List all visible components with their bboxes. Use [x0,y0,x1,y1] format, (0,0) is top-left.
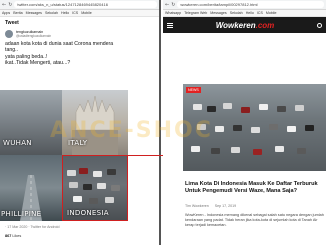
car-shape [305,125,314,131]
retweet-count[interactable]: 867 [5,234,11,238]
car-shape [93,171,102,177]
car-shape [259,104,268,110]
bookmark-item[interactable]: Berita [13,11,22,15]
car-shape [251,127,260,133]
article-author[interactable]: Tim Wowkeren [185,204,209,208]
tweet-header: Tweet [0,17,159,29]
bookmark-item[interactable]: Messages [26,11,42,15]
bookmark-item[interactable]: Messages [210,11,226,15]
category-tag[interactable]: NEWS [186,87,201,93]
photo-phillipine[interactable]: PHILLIPINE [0,155,62,221]
back-icon[interactable]: ← [2,2,6,8]
car-shape [97,183,106,189]
tweet-stats: 867 Likes [5,234,21,238]
car-shape [253,149,262,155]
photo-caption: INDONESIA [67,209,109,217]
car-shape [275,146,284,152]
car-shape [67,170,76,176]
bookmark-item[interactable]: Hello [246,11,254,15]
bookmark-item[interactable]: Whatsapp [165,11,181,15]
car-shape [223,103,232,109]
tweet-header-title: Tweet [5,20,19,26]
car-shape [215,126,224,132]
tweet-author[interactable]: tengkuzulkarnain @ustadtengkuzulkarnain [0,29,159,39]
article-meta: Tim Wowkeren Sep 17, 2019 [185,204,236,208]
car-shape [83,184,92,190]
car-shape [269,124,278,130]
address-bar: ← ↻ twitter.com/aks_n_u/status/124712846… [0,0,159,10]
tweet-line: ikat..Tidak Mengerti, atau...? [5,60,71,67]
bookmarks-bar: Whatsapp Telegram Web Messages Sekolah H… [163,10,326,17]
photo-indonesia[interactable]: INDONESIA [62,155,128,221]
car-shape [241,107,250,113]
tweet-photo-grid[interactable]: WUHAN ITALY PHILLIPINE INDONESIA [0,90,128,221]
site-header: Wowkeren.com [163,17,326,33]
photo-caption: PHILLIPINE [1,210,42,218]
tweet-timestamp: · 17 Mar 2020 · Twitter for Android [5,225,60,229]
bookmark-item[interactable]: ICS [72,11,78,15]
address-bar: ← ↻ wowkeren.com/berita/tampil/00297812.… [163,0,326,10]
bookmark-item[interactable]: Sekolah [230,11,243,15]
stats-label: Likes [12,234,22,238]
article-body: WowKeren - Indonesia memang dikenal seba… [185,213,324,228]
car-shape [233,125,242,131]
reload-icon[interactable]: ↻ [171,2,175,8]
bookmarks-bar: Apps Berita Messages Sekolah Hello ICS M… [0,10,159,17]
bookmark-item[interactable]: Apps [2,11,10,15]
bookmark-item[interactable]: Telegram Web [184,11,207,15]
bookmark-item[interactable]: Mobile [81,11,92,15]
car-shape [191,146,200,152]
bookmark-item[interactable]: Hello [61,11,69,15]
car-shape [89,198,98,204]
car-shape [69,182,78,188]
screen: ← ↻ twitter.com/aks_n_u/status/124712846… [0,0,326,245]
url-field[interactable]: wowkeren.com/berita/tampil/00297812.html [177,1,324,8]
car-shape [207,106,216,112]
bookmark-item[interactable]: Sekolah [45,11,58,15]
watermark: ANCE-SHOC [50,118,213,143]
car-shape [277,106,286,112]
url-field[interactable]: twitter.com/aks_n_u/status/1247128469445… [14,1,157,8]
car-shape [295,105,304,111]
car-shape [107,169,116,175]
site-logo[interactable]: Wowkeren.com [216,21,275,30]
car-shape [287,126,296,132]
car-shape [211,148,220,154]
car-shape [231,147,240,153]
car-shape [79,168,88,174]
photo-caption: WUHAN [3,139,32,147]
car-shape [73,196,82,202]
car-shape [297,148,306,154]
car-shape [105,197,114,203]
author-handle[interactable]: @ustadtengkuzulkarnain [16,34,51,38]
avatar[interactable] [5,30,13,38]
bookmark-item[interactable]: Mobile [266,11,277,15]
article-date: Sep 17, 2019 [214,204,237,208]
car-shape [111,185,120,191]
tweet-text: adaan kota kota di dunia saat Corona men… [0,39,159,67]
menu-icon[interactable] [167,22,173,28]
reload-icon[interactable]: ↻ [8,2,12,8]
car-shape [193,104,202,110]
article-title[interactable]: Lima Kota Di Indonesia Masuk Ke Daftar T… [185,181,326,196]
bookmark-item[interactable]: ICS [257,11,263,15]
search-icon[interactable] [316,22,322,28]
back-icon[interactable]: ← [165,2,169,8]
